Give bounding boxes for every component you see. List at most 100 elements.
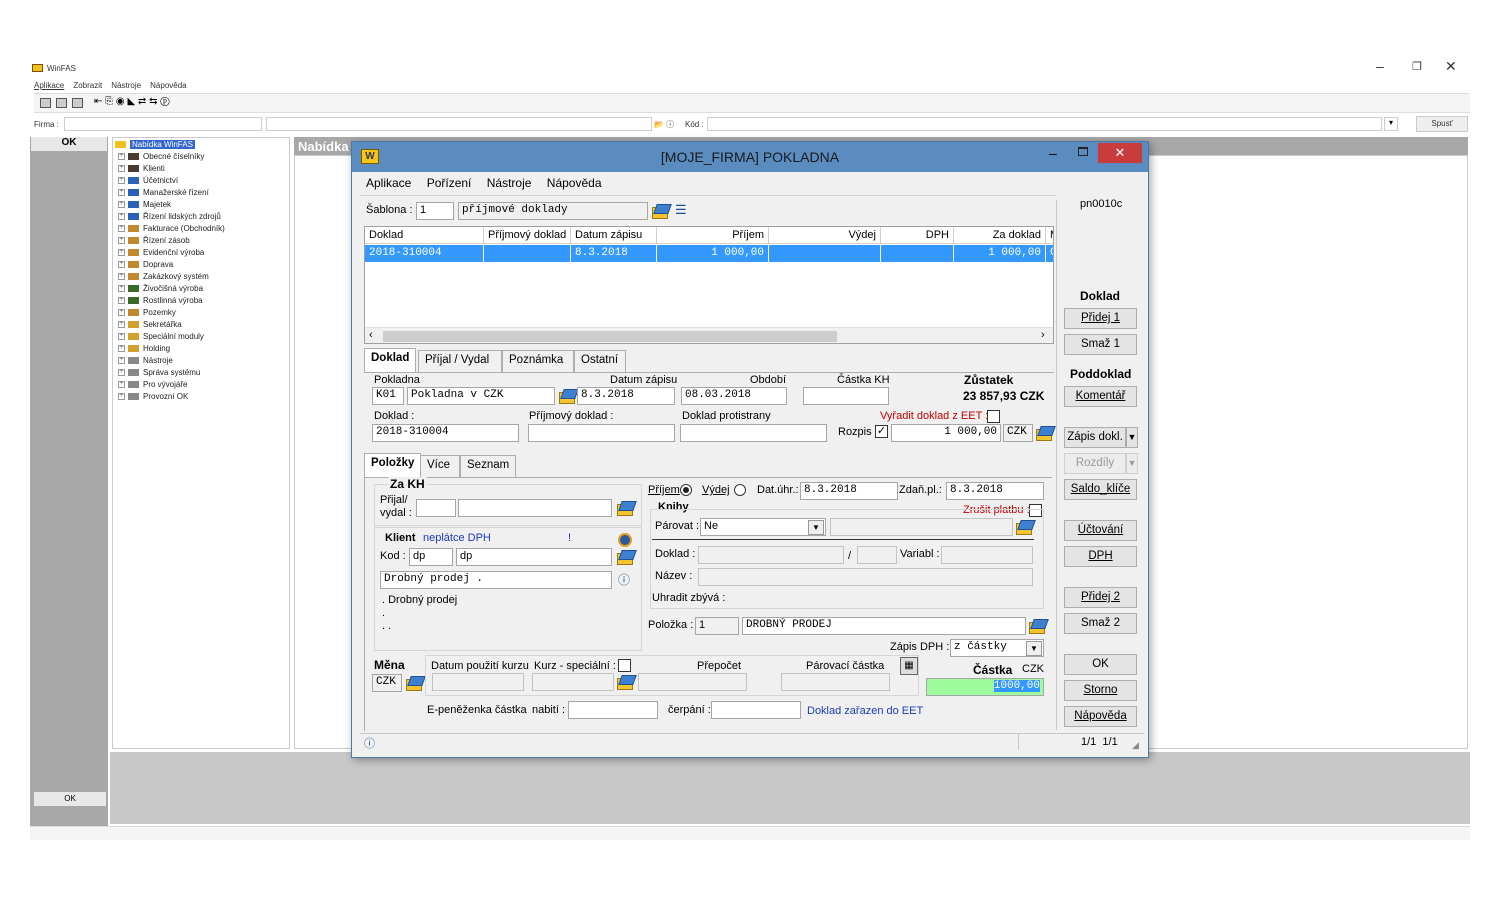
ok-button-top[interactable]: OK — [31, 137, 107, 151]
rozpis-value-field[interactable]: 1 000,00 — [891, 424, 1001, 442]
storno-button[interactable]: Storno — [1064, 680, 1137, 701]
tree-item[interactable]: + Správa systému — [118, 367, 200, 379]
toolbar-icon-3[interactable] — [72, 98, 83, 108]
globe-icon[interactable] — [618, 533, 632, 547]
datum-kurzu-field[interactable] — [432, 673, 524, 691]
expand-icon[interactable]: + — [118, 201, 125, 209]
doklad-field[interactable]: 2018-310004 — [372, 424, 519, 442]
expand-icon[interactable]: + — [118, 345, 125, 353]
datum-zapisu-field[interactable]: 8.3.2018 — [577, 387, 675, 405]
ok-button-bottom[interactable]: OK — [34, 792, 106, 806]
saldo-klice-button[interactable]: Saldo_klíče — [1064, 479, 1137, 500]
restore-icon[interactable]: ❐ — [1412, 60, 1422, 73]
resize-grip-icon[interactable]: ◢ — [1132, 740, 1139, 751]
dialog-close-button[interactable]: ✕ — [1098, 143, 1142, 163]
parovat-dropdown-icon[interactable]: ▼ — [808, 520, 824, 535]
tree-item[interactable]: + Sekretářka — [118, 319, 182, 331]
uctovani-button[interactable]: Účtování — [1064, 520, 1137, 541]
rozdily-dropdown[interactable]: ▼ — [1126, 453, 1138, 474]
tree-item[interactable]: + Nástroje — [118, 355, 173, 367]
mena-field[interactable]: CZK — [372, 674, 402, 692]
kurz-open-icon[interactable] — [617, 675, 633, 690]
pokladna-open-icon[interactable] — [559, 389, 575, 404]
zapis-dph-dropdown-icon[interactable]: ▼ — [1026, 641, 1042, 656]
ok-button[interactable]: OK — [1064, 654, 1137, 675]
doklad2-field[interactable] — [698, 546, 844, 564]
expand-icon[interactable]: + — [118, 237, 125, 245]
tab-poznamka[interactable]: Poznámka — [502, 350, 574, 372]
col-vydej[interactable]: Výdej — [769, 227, 881, 244]
tree-item[interactable]: + Řízení zásob — [118, 235, 190, 247]
close-icon[interactable]: ✕ — [1445, 58, 1457, 75]
menu-nastroje[interactable]: Nástroje — [111, 81, 141, 90]
klient-name-field[interactable]: Drobný prodej . — [380, 571, 612, 589]
zdanpl-field[interactable]: 8.3.2018 — [946, 482, 1044, 500]
rozpis-checkbox[interactable]: ✓ — [875, 425, 888, 438]
polozka-name-field[interactable]: DROBNÝ PRODEJ — [742, 617, 1026, 635]
col-dph[interactable]: DPH — [881, 227, 954, 244]
parovat-detail-field[interactable] — [830, 518, 1013, 536]
tree-item[interactable]: + Pozemky — [118, 307, 176, 319]
col-m[interactable]: M — [1046, 227, 1053, 244]
tree-item[interactable]: + Manažerské řízení — [118, 187, 209, 199]
komentar-button[interactable]: Komentář — [1064, 386, 1137, 407]
protistrany-field[interactable] — [680, 424, 827, 442]
vydej-radio[interactable] — [734, 484, 746, 496]
menu-zobrazit[interactable]: Zobrazit — [73, 81, 102, 90]
doklad3-field[interactable] — [857, 546, 897, 564]
tree-item[interactable]: + Evidenční výroba — [118, 247, 204, 259]
expand-icon[interactable]: + — [118, 357, 125, 365]
expand-icon[interactable]: + — [118, 153, 125, 161]
firma-field[interactable] — [64, 117, 262, 131]
kurz-field[interactable] — [532, 673, 614, 691]
variabl-field[interactable] — [941, 546, 1033, 564]
tree-item[interactable]: + Účetnictví — [118, 175, 178, 187]
tab-seznam[interactable]: Seznam — [460, 455, 516, 477]
expand-icon[interactable]: + — [118, 369, 125, 377]
tree-item[interactable]: + Fakturace (Obchodník) — [118, 223, 225, 235]
kurz-checkbox[interactable] — [618, 659, 631, 672]
rozdily-button[interactable]: Rozdíly — [1064, 453, 1126, 474]
prijal-code-field[interactable] — [416, 499, 456, 517]
kod-icons[interactable]: 📂 ⓘ — [654, 119, 674, 130]
expand-icon[interactable]: + — [118, 177, 125, 185]
rozpis-open-icon[interactable] — [1036, 426, 1052, 441]
expand-icon[interactable]: + — [118, 321, 125, 329]
nabiti-field[interactable] — [568, 701, 658, 719]
zapis-dokl-button[interactable]: Zápis dokl. — [1064, 427, 1126, 448]
kod2-field[interactable]: dp — [456, 548, 612, 566]
tree-item[interactable]: + Řízení lidských zdrojů — [118, 211, 221, 223]
expand-icon[interactable]: + — [118, 213, 125, 221]
cerpani-field[interactable] — [711, 701, 801, 719]
smaz2-button[interactable]: Smaž 2 — [1064, 613, 1137, 634]
prijmovy-doklad-field[interactable] — [528, 424, 675, 442]
napoveda-button[interactable]: Nápověda — [1064, 706, 1137, 727]
polozka-number-field[interactable]: 1 — [695, 617, 739, 635]
kod1-field[interactable]: dp — [409, 548, 453, 566]
col-datum[interactable]: Datum zápisu — [571, 227, 657, 244]
expand-icon[interactable]: + — [118, 285, 125, 293]
tree-item[interactable]: + Zakázkový systém — [118, 271, 209, 283]
expand-icon[interactable]: + — [118, 297, 125, 305]
tree-item[interactable]: + Obecné číselníky — [118, 151, 204, 163]
expand-icon[interactable]: + — [118, 273, 125, 281]
menu-napoveda[interactable]: Nápověda — [150, 81, 186, 90]
sablona-name-field[interactable]: příjmové doklady — [458, 202, 648, 220]
expand-icon[interactable]: + — [118, 381, 125, 389]
scroll-left-icon[interactable]: ‹ — [369, 329, 373, 341]
mena-open-icon[interactable] — [406, 676, 422, 691]
toolbar-icon-1[interactable] — [40, 98, 51, 108]
klient-open-icon[interactable] — [617, 550, 633, 565]
sablona-open-icon[interactable] — [652, 204, 668, 219]
sablona-list-icon[interactable]: ☰ — [675, 202, 687, 218]
col-prijmovy[interactable]: Příjmový doklad — [484, 227, 571, 244]
tree-item[interactable]: + Provozní OK — [118, 391, 188, 403]
dialog-menu-aplikace[interactable]: Aplikace — [366, 176, 411, 190]
expand-icon[interactable]: + — [118, 309, 125, 317]
tree-item[interactable]: + Pro vývojáře — [118, 379, 187, 391]
expand-icon[interactable]: + — [118, 261, 125, 269]
tree-item[interactable]: + Klienti — [118, 163, 165, 175]
tree-item[interactable]: + Speciální moduly — [118, 331, 204, 343]
nazev-field[interactable] — [698, 568, 1033, 586]
spust-button[interactable]: Spusť — [1416, 116, 1468, 132]
